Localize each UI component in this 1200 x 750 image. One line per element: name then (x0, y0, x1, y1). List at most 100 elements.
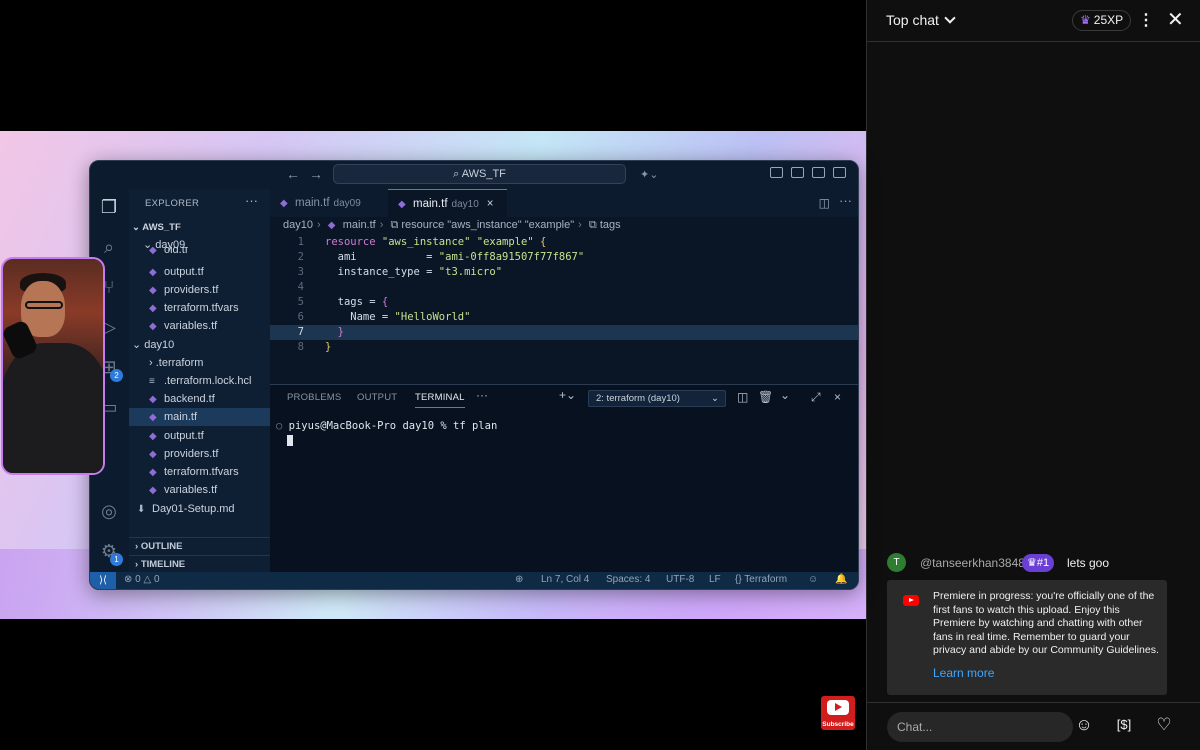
tab-terminal[interactable]: TERMINAL (415, 392, 465, 408)
file-variables-tf[interactable]: ◆ variables.tf (129, 317, 270, 335)
close-icon[interactable]: ✕ (1167, 7, 1184, 32)
chat-mode-dropdown[interactable]: Top chat (886, 12, 956, 28)
language-mode[interactable]: {} Terraform (735, 574, 787, 585)
timeline-section[interactable]: › TIMELINE (129, 555, 270, 573)
split-editor-icon[interactable]: ◫ (819, 196, 830, 210)
close-panel-icon[interactable]: × (834, 390, 841, 404)
super-chat-icon[interactable]: [$] (1113, 714, 1135, 736)
search-icon[interactable]: ⌕ (97, 237, 121, 259)
author-name[interactable]: @tanseerkhan3848 (920, 556, 1025, 570)
copilot-status-icon[interactable]: ☺ (808, 574, 818, 585)
breadcrumb-folder[interactable]: day10 (283, 219, 313, 231)
file-output-tf[interactable]: ◆ output.tf (129, 263, 270, 281)
crown-icon: ♛ (1027, 557, 1037, 569)
subscribe-watermark[interactable]: Subscribe (821, 696, 855, 730)
forward-arrow-icon[interactable]: → (309, 166, 323, 182)
outline-section[interactable]: › OUTLINE (129, 537, 270, 555)
file-backend-tf[interactable]: ◆ backend.tf (129, 390, 270, 408)
folder-day10[interactable]: ⌄ day10 (129, 336, 270, 354)
chevron-down-icon[interactable]: ⌄ (780, 388, 790, 402)
breadcrumb-resource[interactable]: resource "aws_instance" "example" (401, 219, 574, 231)
trash-icon[interactable]: 🗑 (758, 390, 773, 404)
close-tab-icon[interactable]: × (487, 198, 494, 210)
file-tfvars-day10[interactable]: ◆ terraform.tfvars (129, 463, 270, 481)
explorer-icon[interactable]: ❐ (97, 197, 121, 219)
chat-header: Top chat ♛ 25XP ⋮ ✕ (867, 0, 1200, 42)
terraform-file-icon: ◆ (149, 449, 157, 460)
rank-badge: ♛#1 (1022, 554, 1055, 572)
remote-icon[interactable]: ⟩⟨ (90, 572, 116, 589)
copilot-icon[interactable]: ✦⌄ (640, 168, 658, 181)
heart-icon[interactable]: ♡ (1153, 714, 1175, 736)
symbol-icon: ⧉ (390, 219, 402, 231)
tab-main-tf-day09[interactable]: ◆ main.tf day09 (270, 189, 388, 217)
file-providers-tf[interactable]: ◆ providers.tf (129, 281, 270, 299)
maximize-panel-icon[interactable]: ⤢ (811, 390, 821, 405)
encoding[interactable]: UTF-8 (666, 574, 694, 585)
root-folder[interactable]: ⌄ AWS_TF (129, 219, 270, 237)
back-arrow-icon[interactable]: ← (286, 166, 300, 182)
youtube-logo-icon (903, 595, 919, 606)
problems-status[interactable]: ⊗ 0 △ 0 (124, 574, 160, 585)
new-terminal-icon[interactable]: +⌄ (559, 388, 576, 402)
editor-tabs: ◆ main.tf day09 ◆ main.tf day10 × ◫ ··· (270, 189, 858, 217)
terraform-file-icon: ◆ (149, 321, 157, 332)
tab-output[interactable]: OUTPUT (357, 392, 397, 403)
more-options-icon[interactable]: ⋮ (1138, 10, 1154, 30)
file-providers-tf-day10[interactable]: ◆ providers.tf (129, 445, 270, 463)
code-line: 2 ami = "ami-0ff8a91507f77f867" (297, 251, 585, 263)
more-actions-icon[interactable]: ··· (839, 193, 852, 208)
file-terraform-lock[interactable]: ≡ .terraform.lock.hcl (129, 372, 270, 390)
file-main-tf[interactable]: ◆ main.tf (129, 408, 270, 426)
presenter-body (3, 343, 103, 473)
customize-layout-icon[interactable] (770, 167, 783, 178)
file-day01-setup[interactable]: ⬇ Day01-Setup.md (129, 500, 270, 518)
end-of-line[interactable]: LF (709, 574, 721, 585)
download-markdown-icon: ⬇ (137, 504, 146, 515)
more-actions-icon[interactable]: ··· (245, 193, 258, 208)
xp-badge[interactable]: ♛ 25XP (1072, 10, 1132, 31)
video-player[interactable]: ← → ⌕ AWS_TF ✦⌄ ❐ ⌕ ⑂ ▷ ⊞ 2 ▭ ◎ ⚙ 1 EXPL… (0, 0, 866, 750)
learn-more-link[interactable]: Learn more (933, 666, 994, 680)
terminal-output[interactable]: ○ piyus@MacBook-Pro day10 % tf plan (276, 420, 497, 432)
avatar[interactable]: T (887, 553, 906, 572)
notice-text: Premiere in progress: you're officially … (933, 590, 1159, 657)
tab-problems[interactable]: PROBLEMS (287, 392, 341, 403)
search-icon: ⌕ (453, 168, 462, 180)
presenter-glasses (25, 301, 63, 309)
source-control-badge: 2 (110, 369, 123, 382)
prompt-circle-icon: ○ (276, 420, 289, 432)
cursor-position[interactable]: Ln 7, Col 4 (541, 574, 589, 585)
terraform-file-icon: ◆ (149, 485, 157, 496)
youtube-play-icon (827, 700, 849, 715)
toggle-secondary-sidebar-icon[interactable] (833, 167, 846, 178)
tab-main-tf-day10[interactable]: ◆ main.tf day10 × (388, 189, 507, 217)
split-terminal-icon[interactable]: ◫ (737, 390, 748, 404)
emoji-icon[interactable]: ☺ (1073, 714, 1095, 736)
code-line: 6 Name = "HelloWorld" (297, 311, 471, 323)
file-terraform-tfvars[interactable]: ◆ terraform.tfvars (129, 299, 270, 317)
command-center[interactable]: ⌕ AWS_TF (333, 164, 626, 184)
file-old-tf[interactable]: ◆ old.tf (129, 247, 270, 257)
breadcrumb-file[interactable]: main.tf (343, 219, 376, 231)
layout-controls (770, 167, 846, 178)
terraform-file-icon: ◆ (149, 431, 157, 442)
more-panels-icon[interactable]: ··· (476, 388, 488, 402)
code-line: 4 (297, 281, 304, 293)
terminal-select[interactable]: 2: terraform (day10) ⌄ (588, 390, 726, 407)
notifications-bell-icon[interactable]: 🔔 (835, 574, 847, 585)
symbol-icon: ⧉ (588, 219, 600, 231)
indentation[interactable]: Spaces: 4 (606, 574, 650, 585)
breadcrumb-tags[interactable]: tags (600, 219, 621, 231)
chat-input[interactable]: Chat... (887, 712, 1073, 742)
account-icon[interactable]: ◎ (97, 501, 121, 523)
toggle-panel-icon[interactable] (812, 167, 825, 178)
zoom-icon[interactable]: ⊕ (515, 574, 523, 585)
code-line: 3 instance_type = "t3.micro" (297, 266, 503, 278)
toggle-sidebar-icon[interactable] (791, 167, 804, 178)
screen: ← → ⌕ AWS_TF ✦⌄ ❐ ⌕ ⑂ ▷ ⊞ 2 ▭ ◎ ⚙ 1 EXPL… (0, 0, 1200, 750)
folder-terraform[interactable]: › .terraform (129, 354, 270, 372)
file-output-tf-day10[interactable]: ◆ output.tf (129, 427, 270, 445)
crown-icon: ♛ (1080, 13, 1091, 27)
file-variables-tf-day10[interactable]: ◆ variables.tf (129, 481, 270, 499)
